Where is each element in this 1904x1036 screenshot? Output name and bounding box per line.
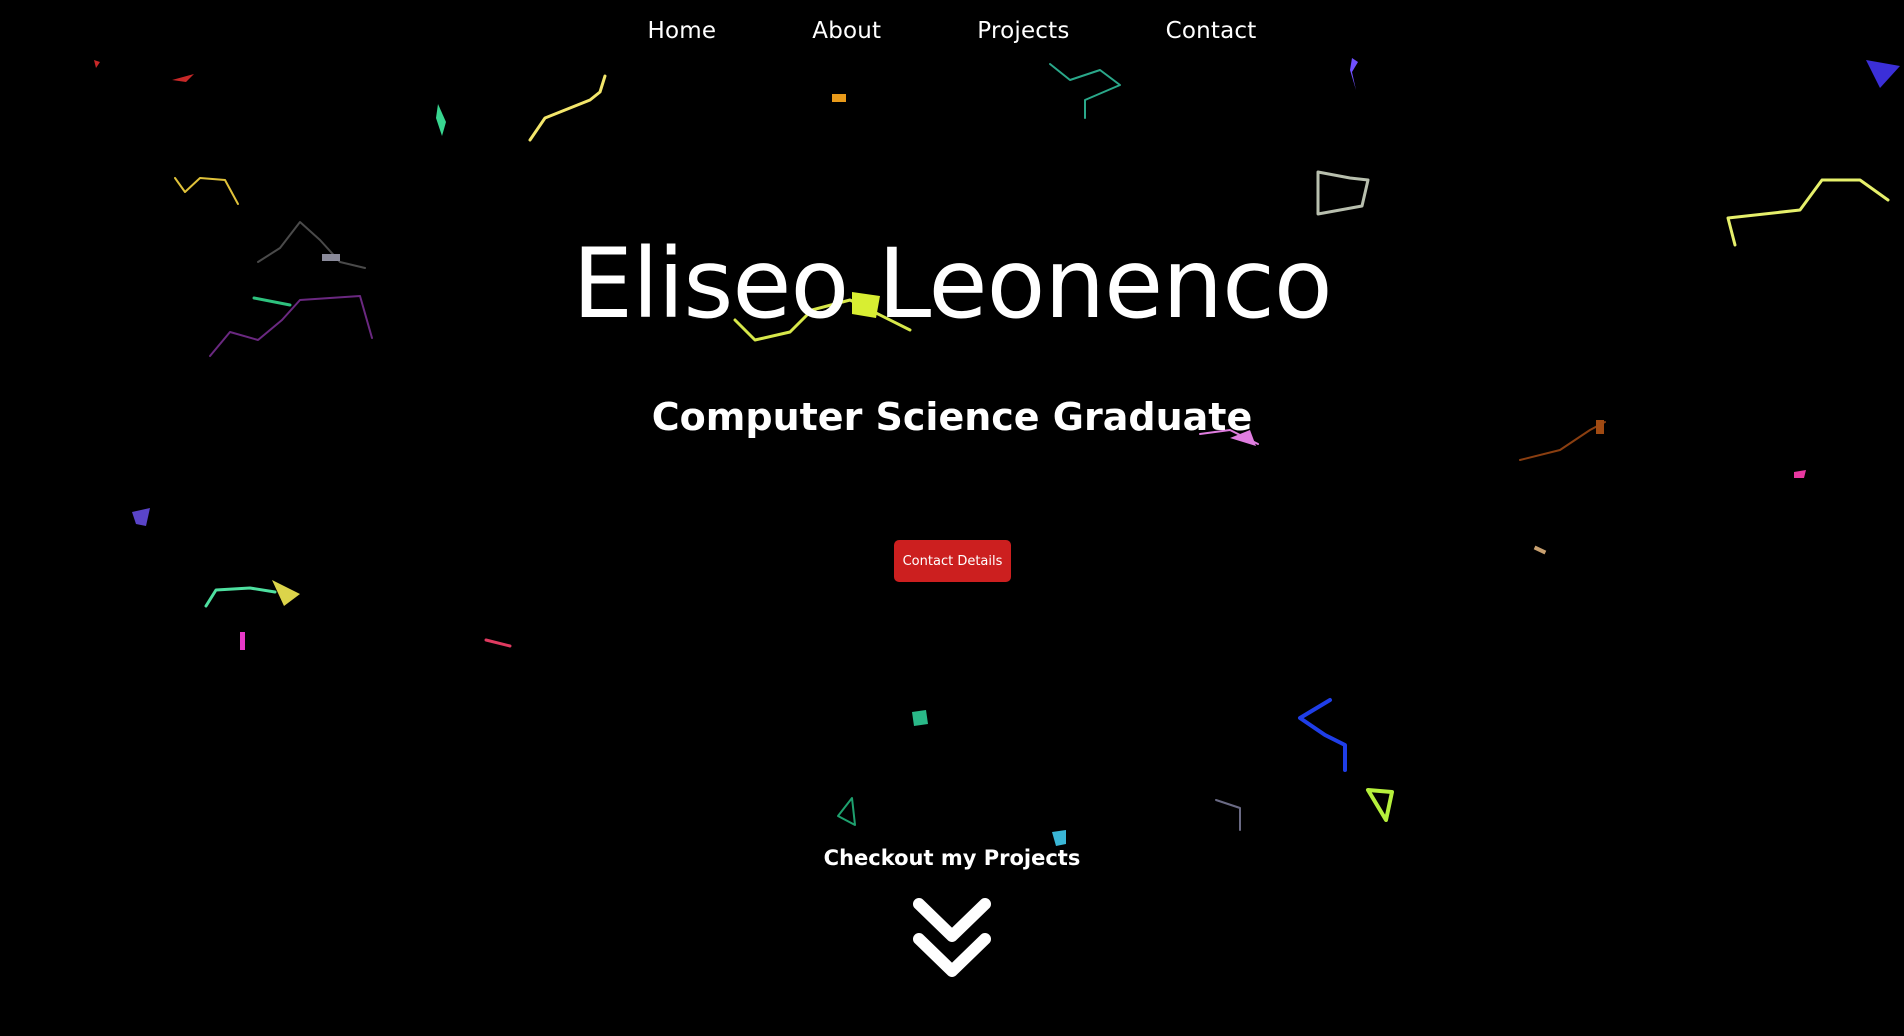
nav-contact-link[interactable]: Contact	[1118, 18, 1305, 44]
background-doodles	[94, 58, 1900, 846]
doodle-blue-blob	[132, 508, 150, 526]
doodle-red-slash	[172, 74, 194, 82]
doodle-red-small	[484, 638, 512, 648]
nav-about-link[interactable]: About	[764, 18, 929, 44]
doodle-blue-arrow	[1298, 698, 1347, 772]
top-nav: Home About Projects Contact	[0, 18, 1904, 44]
doodle-blue-v-shape	[1866, 60, 1900, 88]
doodle-teal-blob	[912, 710, 928, 726]
doodle-tan-dash	[1533, 545, 1547, 555]
doodle-purple-flake	[1350, 58, 1358, 90]
doodle-green-tri	[837, 797, 856, 826]
hero-name: Eliseo Leonenco	[572, 228, 1332, 340]
checkout-projects-label: Checkout my Projects	[823, 846, 1081, 870]
doodle-red-tick	[94, 60, 100, 68]
doodle-cyan-blob	[1052, 830, 1066, 846]
doodle-teal-scribble	[1049, 63, 1121, 119]
doodle-magenta-bar	[240, 632, 245, 650]
doodle-slate	[1215, 799, 1241, 831]
contact-details-button[interactable]: Contact Details	[894, 540, 1011, 582]
doodle-orange-block	[832, 94, 846, 102]
nav-home-link[interactable]: Home	[600, 18, 765, 44]
doodle-yellow-spiky	[174, 177, 239, 205]
doodle-green-leaf	[436, 104, 446, 136]
doodle-pink-flake	[1794, 470, 1806, 478]
doodle-teal-curve	[204, 586, 277, 608]
nav-projects-link[interactable]: Projects	[929, 18, 1117, 44]
doodle-lime-triangle	[1366, 788, 1394, 822]
doodle-yellow-zigzag	[528, 74, 607, 142]
hero-subtitle: Computer Science Graduate	[651, 395, 1253, 439]
doodle-gray-box	[1316, 170, 1370, 216]
doodle-yellow-tri	[272, 580, 300, 606]
double-chevron-down-icon[interactable]	[911, 894, 993, 984]
page: Home About Projects Contact Eliseo Leone…	[0, 0, 1904, 1036]
